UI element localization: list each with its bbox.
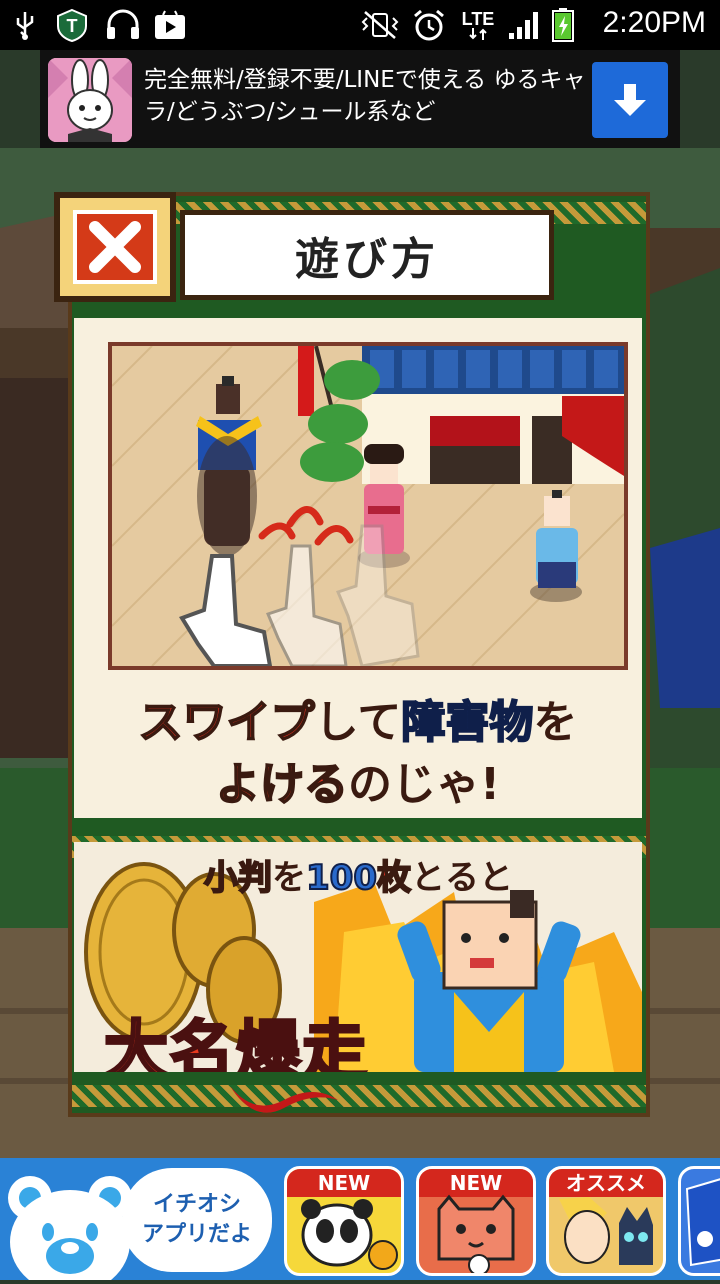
signal-icon — [506, 8, 542, 42]
promo-text-line2: アプリだよ — [141, 1222, 252, 1247]
instruction-line-1: スワイプして障害物を — [74, 686, 642, 750]
alarm-icon — [410, 8, 448, 42]
ad-text[interactable]: 完全無料/登録不要/LINEで使える ゆるキャラ/どうぶつ/シュール系など — [144, 64, 614, 128]
dialog-title-bar: 遊び方 — [180, 210, 554, 300]
battery-icon — [550, 8, 576, 42]
gameplay-illustration — [108, 342, 628, 670]
promo-app-4-partial[interactable] — [678, 1166, 720, 1276]
lte-icon: LTE — [456, 8, 500, 42]
download-arrow-icon[interactable] — [592, 62, 668, 138]
instruction-wo: を — [533, 697, 578, 748]
dialog-tassel — [224, 1080, 344, 1120]
headphones-icon — [104, 8, 142, 42]
ad-banner[interactable]: 完全無料/登録不要/LINEで使える ゆるキャラ/どうぶつ/シュール系など — [40, 50, 680, 148]
instruction-swipe: スワイプ — [138, 696, 316, 749]
play-store-icon — [152, 8, 188, 42]
bonus-totoru: とると — [410, 858, 513, 898]
promo-app-2[interactable]: NEW — [416, 1166, 536, 1276]
bonus-wo: を — [272, 858, 306, 898]
bonus-mai: 枚 — [376, 857, 412, 899]
instruction-panel: スワイプして障害物を よけるのじゃ! — [74, 318, 642, 818]
status-bar: T LTE 2:20PM — [0, 0, 720, 50]
dialog-title: 遊び方 — [295, 234, 439, 285]
instruction-shite: して — [314, 697, 402, 748]
bonus-count: 100 — [305, 857, 378, 899]
bonus-panel: 小判を100枚とると 大名爆走 — [74, 842, 642, 1072]
close-button[interactable] — [54, 192, 176, 302]
promo-app-3[interactable]: オススメ — [546, 1166, 666, 1276]
decor-stripe-bottom — [72, 1085, 646, 1107]
instruction-avoid: よける — [215, 758, 349, 811]
instruction-noja: のじゃ! — [347, 759, 501, 810]
promo-app-1[interactable]: NEW — [284, 1166, 404, 1276]
bonus-caption: 小判を100枚とると — [203, 850, 513, 899]
promo-text-line1: イチオシ — [152, 1192, 241, 1217]
close-x-icon[interactable] — [73, 210, 157, 284]
clock: 2:20PM — [602, 6, 706, 39]
how-to-play-dialog: 遊び方 スワイプして障害物を よけるのじゃ! 小判を100枚とると 大名爆走 — [54, 192, 652, 1117]
instruction-obstacles: 障害物 — [400, 696, 534, 749]
promo-speech-bubble[interactable]: イチオシ アプリだよ — [122, 1168, 272, 1272]
instruction-line-2: よけるのじゃ! — [74, 748, 642, 812]
ad-rabbit-thumbnail[interactable] — [48, 58, 132, 142]
vibrate-icon — [360, 8, 400, 42]
bonus-koban: 小判 — [203, 857, 273, 899]
usb-icon — [10, 8, 40, 42]
bear-mascot-icon — [0, 1158, 140, 1284]
daimyo-bakusou-title: 大名爆走 — [103, 1014, 368, 1073]
svg-text:T: T — [67, 16, 78, 36]
shield-t-icon: T — [54, 8, 90, 42]
app-promo-bar: イチオシ アプリだよ NEW NEW オススメ — [0, 1158, 720, 1284]
network-type-label: LTE — [461, 9, 495, 29]
